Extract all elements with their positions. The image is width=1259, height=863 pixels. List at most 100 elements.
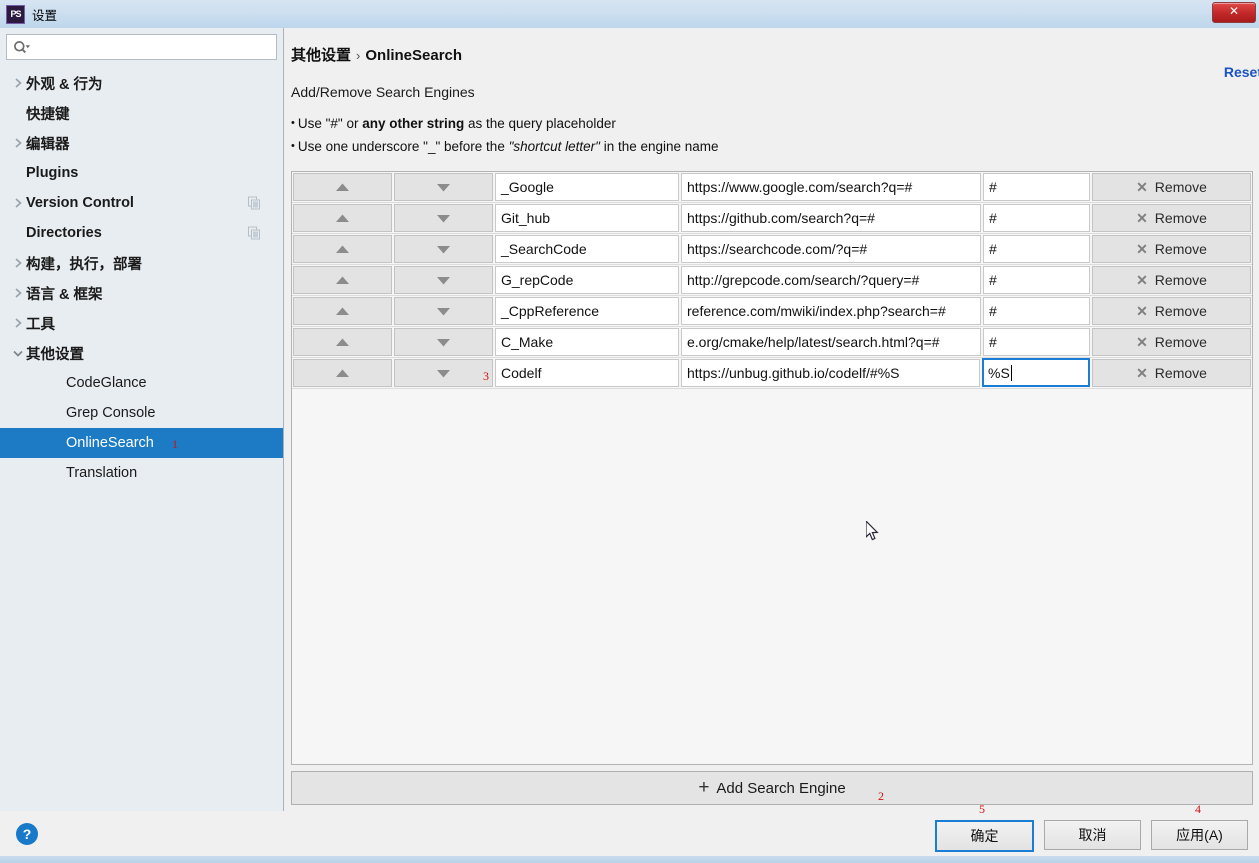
text-caret [1010,364,1012,381]
sidebar-item-[interactable]: 工具 [0,308,283,338]
move-down-button[interactable] [394,235,493,263]
move-up-button[interactable] [293,173,392,201]
close-x-icon: ✕ [1136,333,1148,350]
breadcrumb-parent[interactable]: 其他设置 [291,47,351,64]
engine-name-input[interactable]: _SearchCode [495,235,679,263]
sidebar-item-grep-console[interactable]: Grep Console [0,398,283,428]
engine-url-input[interactable]: reference.com/mwiki/index.php?search=# [681,297,981,325]
sidebar-item-[interactable]: 快捷键 [0,98,283,128]
sidebar-item-label: Plugins [26,165,79,181]
table-row: Git_hub https://github.com/search?q=# # ✕ Re… [292,203,1252,234]
query-placeholder-value: # [989,210,997,226]
move-down-button[interactable] [394,328,493,356]
triangle-up-icon [335,307,350,316]
move-up-button[interactable] [293,359,392,387]
remove-button[interactable]: ✕ Remove [1092,173,1251,201]
copy-settings-icon[interactable] [248,196,261,210]
table-row: C_Make e.org/cmake/help/latest/search.htm… [292,327,1252,358]
remove-button[interactable]: ✕ Remove [1092,328,1251,356]
move-down-button[interactable] [394,173,493,201]
sidebar-item-[interactable]: 构建，执行，部署 [0,248,283,278]
engine-url-input[interactable]: http://grepcode.com/search/?query=# [681,266,981,294]
query-placeholder-input[interactable]: # [983,266,1090,294]
dialog-button-0[interactable]: 确定 [935,820,1034,852]
move-down-button[interactable] [394,204,493,232]
remove-button[interactable]: ✕ Remove [1092,266,1251,294]
table-row: 3 Codelf https://unbug.github.io/codelf/#%… [292,358,1252,389]
sidebar-item-[interactable]: 语言 & 框架 [0,278,283,308]
chevron-right-icon[interactable] [10,77,26,89]
close-window-button[interactable]: ✕ [1212,2,1256,23]
query-placeholder-input[interactable]: # [983,173,1090,201]
engine-url-input[interactable]: https://www.google.com/search?q=# [681,173,981,201]
move-up-button[interactable] [293,204,392,232]
close-x-icon: ✕ [1136,178,1148,195]
remove-button[interactable]: ✕ Remove [1092,297,1251,325]
engine-name-input[interactable]: Git_hub [495,204,679,232]
reset-link[interactable]: Reset [1224,64,1259,80]
sidebar-item-label: 构建，执行，部署 [26,256,142,273]
search-icon [13,40,30,55]
move-up-button[interactable] [293,328,392,356]
remove-label: Remove [1154,303,1207,319]
settings-main-panel: 其他设置 › OnlineSearch Reset Add/Remove Searc… [284,28,1259,811]
chevron-right-icon[interactable] [10,257,26,269]
sidebar-item-label: 语言 & 框架 [26,286,103,303]
dialog-button-1[interactable]: 取消 [1044,820,1141,850]
plus-icon: + [698,777,710,798]
help-button[interactable]: ? [16,823,38,845]
remove-button[interactable]: ✕ Remove [1092,359,1251,387]
dialog-button-2[interactable]: 应用(A) [1151,820,1248,850]
search-input[interactable] [34,38,270,56]
sidebar-item-[interactable]: 外观 & 行为 [0,68,283,98]
engine-url-input[interactable]: e.org/cmake/help/latest/search.html?q=# [681,328,981,356]
sidebar-item-plugins[interactable]: Plugins [0,158,283,188]
chevron-right-icon[interactable] [10,317,26,329]
sidebar-item-[interactable]: 其他设置 [0,338,283,368]
engine-name-input[interactable]: C_Make [495,328,679,356]
annotation-5: 5 [979,802,985,816]
add-search-engine-button[interactable]: + Add Search Engine 2 [291,771,1253,805]
search-box[interactable] [6,34,277,60]
sidebar-item-label: Grep Console [66,405,156,421]
sidebar-item-directories[interactable]: Directories [0,218,283,248]
remove-button[interactable]: ✕ Remove [1092,204,1251,232]
sidebar-item-version-control[interactable]: Version Control [0,188,283,218]
query-placeholder-input[interactable]: %S [982,358,1090,387]
sidebar-item-translation[interactable]: Translation [0,458,283,488]
query-placeholder-input[interactable]: # [983,328,1090,356]
move-up-button[interactable] [293,297,392,325]
engine-url-input[interactable]: https://searchcode.com/?q=# [681,235,981,263]
sidebar-item-label: 外观 & 行为 [26,76,103,93]
sidebar-item-onlinesearch[interactable]: OnlineSearch 1 [0,428,283,458]
engine-url-input[interactable]: https://github.com/search?q=# [681,204,981,232]
query-placeholder-value: # [989,303,997,319]
engine-url-input[interactable]: https://unbug.github.io/codelf/#%S [681,359,980,387]
engine-name-input[interactable]: _Google [495,173,679,201]
move-up-button[interactable] [293,266,392,294]
query-placeholder-input[interactable]: # [983,204,1090,232]
query-placeholder-input[interactable]: # [983,297,1090,325]
table-row: _CppReference reference.com/mwiki/index.p… [292,296,1252,327]
dialog-button-wrapper: 应用(A) 4 [1151,802,1248,852]
close-x-icon: ✕ [1136,271,1148,288]
copy-settings-icon[interactable] [248,226,261,240]
chevron-right-icon[interactable] [10,287,26,299]
remove-button[interactable]: ✕ Remove [1092,235,1251,263]
move-down-button[interactable] [394,297,493,325]
move-down-button[interactable] [394,266,493,294]
chevron-right-icon[interactable] [10,197,26,209]
hint-text-post: as the query placeholder [464,116,616,131]
sidebar-item-[interactable]: 编辑器 [0,128,283,158]
move-up-button[interactable] [293,235,392,263]
chevron-right-icon[interactable] [10,137,26,149]
triangle-down-icon [436,245,451,254]
engine-name-input[interactable]: G_repCode [495,266,679,294]
sidebar-item-codeglance[interactable]: CodeGlance [0,368,283,398]
chevron-down-icon[interactable] [10,349,26,358]
engine-name-input[interactable]: Codelf [495,359,679,387]
query-placeholder-input[interactable]: # [983,235,1090,263]
engine-name-input[interactable]: _CppReference [495,297,679,325]
breadcrumb-current: OnlineSearch [365,47,463,64]
move-down-button[interactable]: 3 [394,359,493,387]
